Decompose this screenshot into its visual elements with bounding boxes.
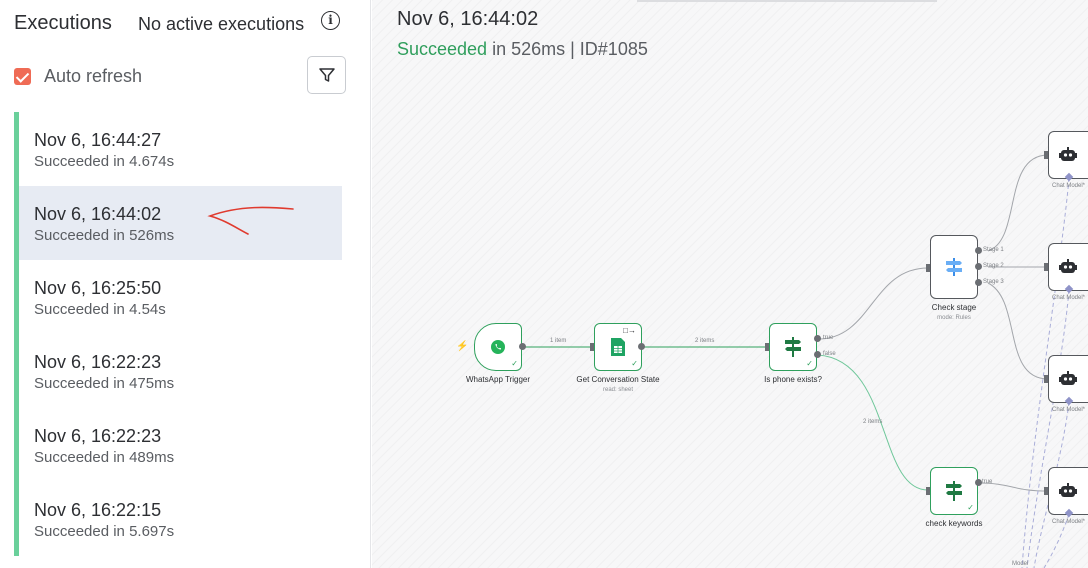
sidebar-title: Executions (14, 12, 112, 34)
output-port-stage-3[interactable] (975, 279, 982, 286)
robot-icon (1059, 483, 1077, 497)
filter-button[interactable] (307, 56, 346, 94)
node-label: Get Conversation State (576, 375, 660, 384)
branch-label-stage-2: Stage 2 (983, 263, 1004, 269)
edge-label-item-count: 1 item (550, 338, 567, 344)
execution-item[interactable]: Nov 6, 16:22:23 Succeeded in 489ms (14, 408, 342, 482)
execution-status: Succeeded in 4.54s (34, 301, 166, 318)
whatsapp-icon (491, 340, 505, 354)
execution-item-selected[interactable]: Nov 6, 16:44:02 Succeeded in 526ms (14, 186, 342, 260)
output-port[interactable] (638, 343, 645, 350)
success-check-icon: ✓ (511, 359, 518, 368)
output-port-stage-2[interactable] (975, 263, 982, 270)
execution-status: Succeeded in 5.697s (34, 523, 175, 540)
edge-label-item-count: 2 items (863, 419, 883, 425)
output-port[interactable] (519, 343, 526, 350)
google-sheets-icon (611, 338, 625, 356)
execution-time: Nov 6, 16:25:50 (34, 278, 162, 298)
success-check-icon: ✓ (967, 503, 974, 512)
robot-icon (1059, 259, 1077, 273)
executions-view: Executions No active executions i Auto r… (0, 0, 1088, 568)
output-port-false[interactable] (814, 351, 821, 358)
edge-model-dashed-2 (1026, 289, 1070, 568)
branch-label-stage-3: Stage 3 (983, 279, 1004, 285)
success-check-icon: ✓ (806, 359, 813, 368)
robot-icon (1059, 147, 1077, 161)
filter-icon (318, 68, 335, 82)
execution-item[interactable]: Nov 6, 16:25:50 Succeeded in 4.54s (14, 260, 342, 334)
branch-label-false: false (823, 351, 836, 357)
node-label: Is phone exists? (764, 375, 822, 384)
executions-sidebar: Executions No active executions i Auto r… (0, 0, 371, 568)
execution-item[interactable]: Nov 6, 16:22:15 Succeeded in 5.697s (14, 482, 342, 556)
trigger-bolt-icon: ⚡ (456, 341, 469, 352)
edge-label-item-count: 2 items (695, 338, 715, 344)
branch-label-stage-1: Stage 1 (983, 247, 1004, 253)
executions-list: Nov 6, 16:44:27 Succeeded in 4.674s Nov … (14, 112, 342, 568)
output-port-true[interactable] (975, 479, 982, 486)
node-check-stage[interactable] (930, 235, 978, 299)
info-icon[interactable]: i (321, 11, 340, 30)
execution-item[interactable]: Nov 6, 16:44:27 Succeeded in 4.674s (14, 112, 342, 186)
node-label: check keywords (925, 519, 983, 528)
read-action-icon: □→ (623, 326, 636, 335)
agent-model-label: Chat Model* (1052, 183, 1086, 189)
execution-time: Nov 6, 16:22:23 (34, 352, 162, 372)
execution-item[interactable]: Nov 6, 16:22:23 Succeeded in 475ms (14, 334, 342, 408)
auto-refresh-toggle[interactable]: Auto refresh (14, 66, 142, 87)
switch-icon (946, 258, 962, 276)
node-whatsapp-trigger[interactable]: ✓ (474, 323, 522, 371)
execution-status: Succeeded in 4.674s (34, 153, 175, 170)
node-label: WhatsApp Trigger (465, 375, 531, 384)
edge-stage1-to-agent (987, 154, 1049, 252)
active-executions-status: No active executions (138, 14, 305, 34)
execution-time: Nov 6, 16:22:15 (34, 500, 162, 520)
node-is-phone-exists[interactable]: ✓ (769, 323, 817, 371)
execution-status: Succeeded in 475ms (34, 375, 175, 392)
node-label: Check stage (931, 303, 977, 312)
agent-model-label: Chat Model* (1052, 519, 1086, 525)
execution-time: Nov 6, 16:22:23 (34, 426, 162, 446)
auto-refresh-label: Auto refresh (44, 66, 143, 86)
auto-refresh-checkbox[interactable] (14, 68, 31, 85)
signpost-icon (946, 481, 962, 501)
model-connection-label: Model (1012, 561, 1029, 567)
agent-model-label: Chat Model* (1052, 407, 1086, 413)
execution-time: Nov 6, 16:44:27 (34, 130, 162, 150)
node-subtitle: read: sheet (602, 387, 634, 393)
branch-label-true: true (823, 335, 834, 341)
edge-phone-true-to-stage (817, 267, 929, 340)
success-check-icon: ✓ (631, 359, 638, 368)
output-port-true[interactable] (814, 335, 821, 342)
node-subtitle: mode: Rules (937, 315, 971, 321)
execution-status: Succeeded in 526ms (34, 227, 175, 244)
node-get-conversation-state[interactable]: □→ ✓ (594, 323, 642, 371)
agent-model-label: Chat Model* (1052, 295, 1086, 301)
execution-time: Nov 6, 16:44:02 (34, 204, 162, 224)
branch-label-true: true (982, 479, 993, 485)
signpost-icon (785, 337, 801, 357)
edge-stage3-to-agent (987, 282, 1049, 380)
execution-status: Succeeded in 489ms (34, 449, 175, 466)
node-check-keywords[interactable]: ✓ (930, 467, 978, 515)
workflow-canvas[interactable]: Nov 6, 16:44:02 Succeeded in 526ms | ID#… (372, 0, 1088, 568)
robot-icon (1059, 371, 1077, 385)
output-port-stage-1[interactable] (975, 247, 982, 254)
